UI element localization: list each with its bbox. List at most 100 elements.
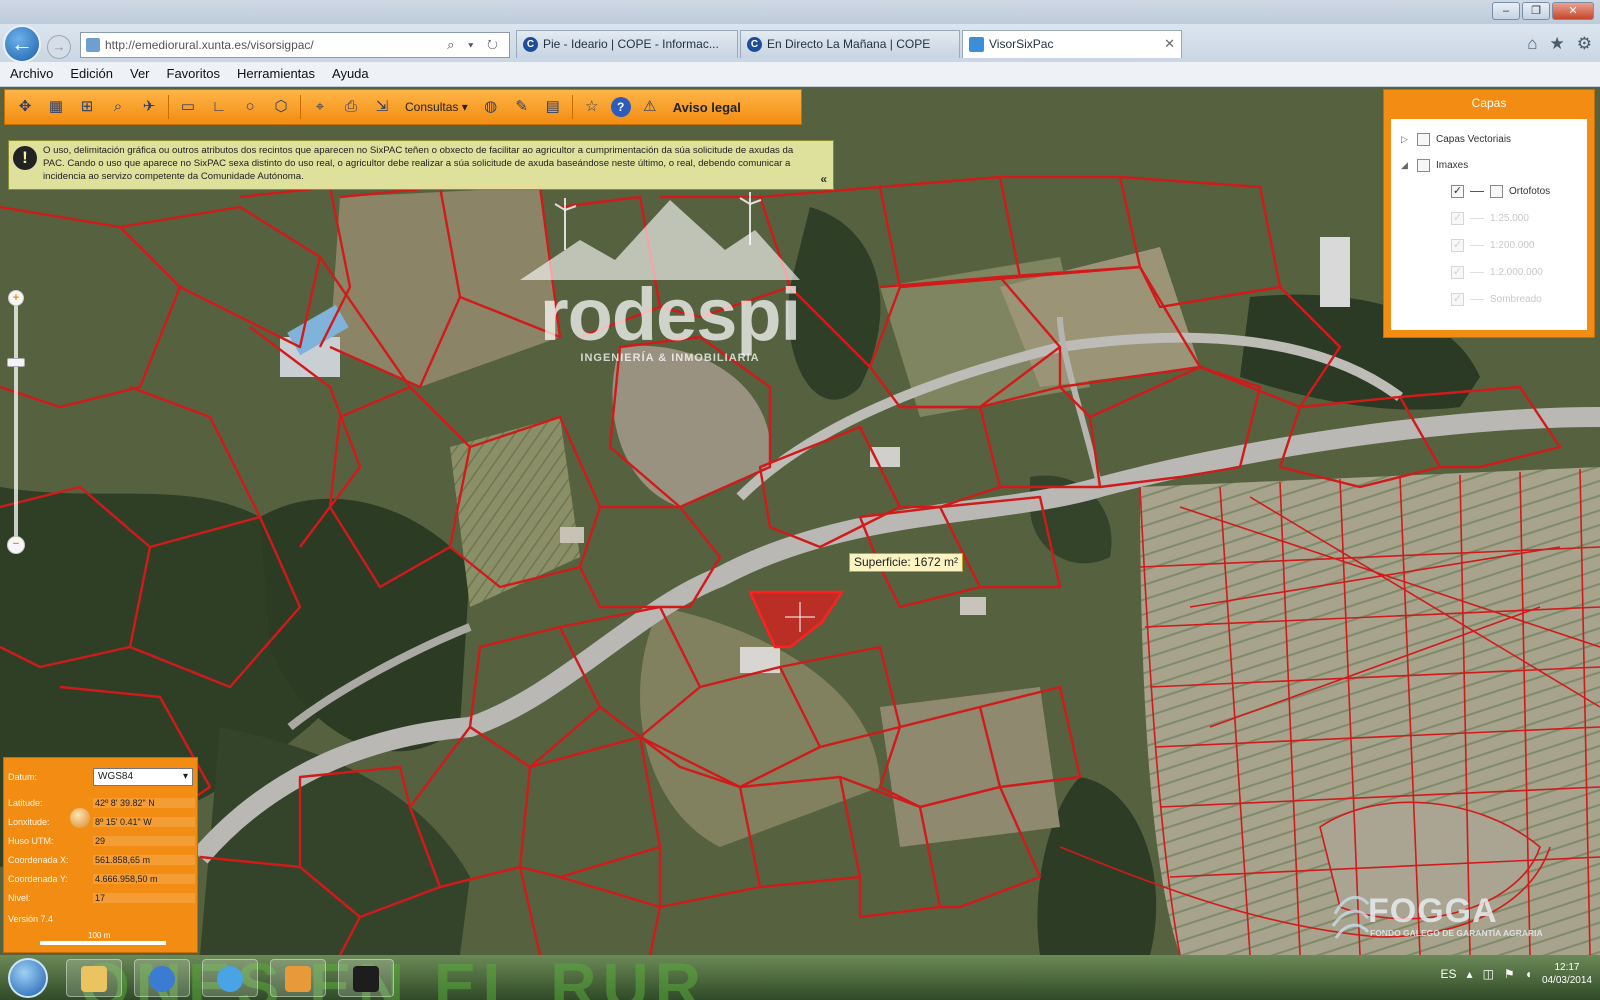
- print-icon[interactable]: ⎙: [339, 95, 363, 119]
- tab-cope-ideario[interactable]: C Pie - Ideario | COPE - Informac...: [516, 30, 738, 58]
- zoom-handle[interactable]: [7, 357, 25, 367]
- coord-label: Lonxitude:: [8, 817, 50, 827]
- volume-icon[interactable]: ◖: [1525, 967, 1532, 981]
- layer-capas-vectoriais[interactable]: ▷ Capas Vectoriais: [1401, 133, 1511, 146]
- taskbar-explorer-button[interactable]: [66, 959, 122, 997]
- clock-date: 04/03/2014: [1541, 975, 1592, 986]
- coord-row: Lonxitude: 8º 15' 0.41" W: [8, 817, 195, 827]
- measure-line-icon[interactable]: ▭: [176, 95, 200, 119]
- tree-connector: [1470, 218, 1484, 219]
- layer-imaxes[interactable]: ◢ Imaxes: [1401, 159, 1468, 172]
- system-clock[interactable]: 12:17 04/03/2014: [1542, 961, 1592, 987]
- tray-arrow-icon[interactable]: ▴: [1467, 967, 1473, 981]
- collapse-arrow-icon[interactable]: ◢: [1401, 160, 1411, 171]
- scale-bar: [40, 941, 166, 945]
- layer-group-checkbox[interactable]: [1490, 185, 1503, 198]
- layer-label: Capas Vectoriais: [1436, 134, 1512, 145]
- tab-visorsixpac[interactable]: VisorSixPac ✕: [962, 30, 1182, 58]
- coord-label: Nivel:: [8, 893, 31, 903]
- toolbar-divider: [300, 95, 301, 119]
- tree-connector: [1470, 191, 1484, 192]
- coord-label: Latitude:: [8, 798, 43, 808]
- browser-right-icons: ⌂ ★ ⚙: [1527, 34, 1592, 54]
- maximize-button[interactable]: ❐: [1522, 2, 1550, 20]
- globe-icon[interactable]: ◍: [479, 95, 503, 119]
- zoom-extent-icon[interactable]: ▦: [44, 95, 68, 119]
- language-indicator[interactable]: ES: [1441, 967, 1457, 981]
- coord-row: Nivel: 17: [8, 893, 195, 903]
- flag-icon[interactable]: ⚑: [1504, 967, 1515, 981]
- tab-close-icon[interactable]: ✕: [1164, 31, 1175, 57]
- expand-arrow-icon[interactable]: ▷: [1401, 134, 1411, 145]
- address-tools[interactable]: ⌕ ▾ ↻: [447, 33, 503, 57]
- tools-gear-icon[interactable]: ⚙: [1577, 34, 1592, 54]
- consultas-dropdown[interactable]: Consultas ▾: [401, 100, 472, 114]
- zoom-track[interactable]: [14, 300, 18, 550]
- layer-checkbox[interactable]: [1417, 133, 1430, 146]
- fogga-brand-text: FOGGA: [1368, 892, 1498, 930]
- media-player-icon: [149, 966, 175, 992]
- network-icon[interactable]: ◫: [1483, 967, 1494, 981]
- measure-area-icon[interactable]: ⬡: [269, 95, 293, 119]
- layer-25000: ✓ 1:25.000: [1451, 212, 1529, 225]
- tab-cope-directo[interactable]: C En Directo La Mañana | COPE: [740, 30, 960, 58]
- legal-warning-icon[interactable]: ⚠: [638, 95, 662, 119]
- area-measurement-label: Superficie: 1672 m²: [849, 553, 964, 572]
- zoom-slider[interactable]: + −: [7, 290, 25, 560]
- locate-icon[interactable]: ✈: [137, 95, 161, 119]
- forward-button[interactable]: →: [47, 35, 71, 59]
- taskbar-mediaplayer-button[interactable]: [134, 959, 190, 997]
- menu-ayuda[interactable]: Ayuda: [332, 62, 369, 86]
- coord-value: 8º 15' 0.41" W: [93, 817, 195, 827]
- favorite-star-icon[interactable]: ☆: [580, 95, 604, 119]
- address-bar[interactable]: http://emediorural.xunta.es/visorsigpac/…: [80, 32, 510, 58]
- film-icon: [353, 966, 379, 992]
- menu-archivo[interactable]: Archivo: [10, 62, 53, 86]
- version-row: Versión 7.4: [8, 914, 93, 924]
- coord-value: 29: [93, 836, 195, 846]
- back-button[interactable]: ←: [3, 25, 41, 63]
- zoom-search-icon[interactable]: ⌕: [106, 95, 130, 119]
- layer-label: Imaxes: [1436, 160, 1469, 171]
- layers-panel: Capas ▷ Capas Vectoriais ◢ Imaxes ✓ Orto…: [1383, 89, 1595, 338]
- aviso-legal-link[interactable]: Aviso legal: [669, 100, 741, 115]
- layer-checkbox-checked[interactable]: ✓: [1451, 185, 1464, 198]
- exclamation-icon: !: [13, 146, 37, 170]
- visor-favicon-icon: [969, 37, 984, 52]
- zoom-out-button[interactable]: −: [7, 536, 25, 554]
- taskbar-media-button[interactable]: [338, 959, 394, 997]
- coordinates-icon[interactable]: ⌖: [308, 95, 332, 119]
- pan-icon[interactable]: ✥: [13, 95, 37, 119]
- measure-circle-icon[interactable]: ○: [238, 95, 262, 119]
- window-controls: – ❐ ✕: [1492, 2, 1594, 20]
- menu-ver[interactable]: Ver: [130, 62, 150, 86]
- fogga-subtitle: FONDO GALEGO DE GARANTÍA AGRARIA: [1370, 928, 1543, 938]
- close-window-button[interactable]: ✕: [1552, 2, 1594, 20]
- identify-icon[interactable]: ⇲: [370, 95, 394, 119]
- zoom-window-icon[interactable]: ⊞: [75, 95, 99, 119]
- menu-favoritos[interactable]: Favoritos: [167, 62, 220, 86]
- edit-icon[interactable]: ✎: [510, 95, 534, 119]
- taskbar-ie-button[interactable]: [202, 959, 258, 997]
- layer-label: Ortofotos: [1509, 186, 1551, 197]
- layer-ortofotos[interactable]: ✓ Ortofotos: [1451, 185, 1550, 198]
- taskbar-powerpoint-button[interactable]: [270, 959, 326, 997]
- start-button-icon[interactable]: [8, 958, 48, 998]
- internet-explorer-icon: [217, 966, 243, 992]
- zoom-in-button[interactable]: +: [8, 290, 24, 306]
- favorites-star-icon[interactable]: ★: [1550, 34, 1565, 54]
- help-icon[interactable]: ?: [610, 97, 631, 117]
- menu-edicion[interactable]: Edición: [70, 62, 113, 86]
- legal-warning-banner: ! O uso, delimitación gráfica ou outros …: [8, 140, 834, 190]
- datum-select[interactable]: WGS84: [93, 768, 193, 786]
- collapse-banner-icon[interactable]: «: [820, 173, 827, 186]
- minimize-button[interactable]: –: [1492, 2, 1520, 20]
- layer-checkbox-disabled: ✓: [1451, 212, 1464, 225]
- measure-angle-icon[interactable]: ∟: [207, 95, 231, 119]
- layers-icon[interactable]: ▤: [541, 95, 565, 119]
- tab-label: En Directo La Mañana | COPE: [767, 37, 931, 51]
- home-icon[interactable]: ⌂: [1527, 34, 1537, 54]
- layer-checkbox[interactable]: [1417, 159, 1430, 172]
- menu-herramientas[interactable]: Herramientas: [237, 62, 315, 86]
- layer-label: 1:200.000: [1490, 240, 1535, 251]
